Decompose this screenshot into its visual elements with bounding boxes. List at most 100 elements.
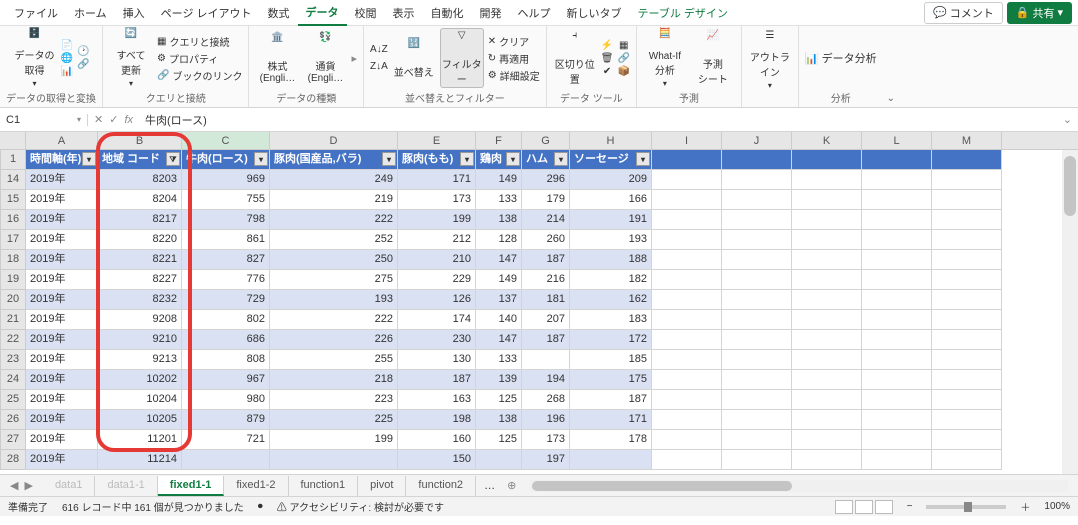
- sheet-tab[interactable]: pivot: [358, 476, 406, 496]
- row-header[interactable]: 15: [0, 190, 26, 210]
- sheet-tab[interactable]: function2: [406, 476, 476, 496]
- datatype-more-icon[interactable]: ▸: [351, 52, 357, 65]
- empty-cell[interactable]: [722, 390, 792, 410]
- data-cell[interactable]: 130: [398, 350, 476, 370]
- data-cell[interactable]: 149: [476, 270, 522, 290]
- data-cell[interactable]: 2019年: [26, 170, 98, 190]
- row-header[interactable]: 27: [0, 430, 26, 450]
- zoom-slider[interactable]: [926, 505, 1006, 509]
- empty-cell[interactable]: [792, 210, 862, 230]
- sheet-tab[interactable]: fixed1-2: [224, 476, 288, 496]
- row-header[interactable]: 28: [0, 450, 26, 470]
- data-cell[interactable]: 11201: [98, 430, 182, 450]
- table-header-cell[interactable]: 地域 コード⧩: [98, 150, 182, 170]
- from-table-icon[interactable]: 📊: [61, 66, 73, 77]
- empty-cell[interactable]: [862, 370, 932, 390]
- empty-cell[interactable]: [792, 330, 862, 350]
- empty-cell[interactable]: [722, 430, 792, 450]
- data-cell[interactable]: 160: [398, 430, 476, 450]
- data-cell[interactable]: 2019年: [26, 410, 98, 430]
- table-header-cell[interactable]: ソーセージ▾: [570, 150, 652, 170]
- sort-desc-icon[interactable]: Z↓A: [370, 61, 388, 72]
- row-header[interactable]: 23: [0, 350, 26, 370]
- data-cell[interactable]: 207: [522, 310, 570, 330]
- data-cell[interactable]: 139: [476, 370, 522, 390]
- data-cell[interactable]: 2019年: [26, 270, 98, 290]
- filter-button[interactable]: ▽フィルター: [440, 28, 484, 88]
- status-macros-icon[interactable]: ⏺: [258, 501, 263, 512]
- col-header-L[interactable]: L: [862, 132, 932, 149]
- empty-cell[interactable]: [932, 290, 1002, 310]
- filter-dropdown-icon[interactable]: ▾: [254, 152, 268, 166]
- data-cell[interactable]: 175: [570, 370, 652, 390]
- empty-cell[interactable]: [652, 190, 722, 210]
- data-cell[interactable]: 181: [522, 290, 570, 310]
- data-cell[interactable]: 174: [398, 310, 476, 330]
- data-cell[interactable]: 721: [182, 430, 270, 450]
- empty-cell[interactable]: [792, 310, 862, 330]
- empty-cell[interactable]: [722, 170, 792, 190]
- data-cell[interactable]: 11214: [98, 450, 182, 470]
- empty-cell[interactable]: [792, 370, 862, 390]
- data-cell[interactable]: 218: [270, 370, 398, 390]
- sheet-tab[interactable]: fixed1-1: [158, 476, 225, 496]
- data-cell[interactable]: 249: [270, 170, 398, 190]
- empty-cell[interactable]: [652, 390, 722, 410]
- data-cell[interactable]: 2019年: [26, 230, 98, 250]
- data-cell[interactable]: 250: [270, 250, 398, 270]
- menu-insert[interactable]: 挿入: [115, 1, 153, 25]
- data-cell[interactable]: 2019年: [26, 310, 98, 330]
- data-cell[interactable]: 2019年: [26, 350, 98, 370]
- table-header-cell[interactable]: 鶏肉▾: [476, 150, 522, 170]
- data-cell[interactable]: [476, 450, 522, 470]
- data-cell[interactable]: 133: [476, 190, 522, 210]
- empty-cell[interactable]: [722, 330, 792, 350]
- row-header[interactable]: 21: [0, 310, 26, 330]
- view-pagelayout-button[interactable]: [855, 500, 873, 514]
- table-header-cell[interactable]: 時間軸(年)▾: [26, 150, 98, 170]
- empty-cell[interactable]: [932, 330, 1002, 350]
- empty-cell[interactable]: [652, 370, 722, 390]
- empty-cell[interactable]: [652, 350, 722, 370]
- empty-cell[interactable]: [652, 330, 722, 350]
- empty-cell[interactable]: [652, 410, 722, 430]
- data-cell[interactable]: 222: [270, 310, 398, 330]
- col-header-M[interactable]: M: [932, 132, 1002, 149]
- menu-file[interactable]: ファイル: [6, 1, 66, 25]
- data-cell[interactable]: 226: [270, 330, 398, 350]
- data-cell[interactable]: 798: [182, 210, 270, 230]
- data-cell[interactable]: 10205: [98, 410, 182, 430]
- data-cell[interactable]: 171: [570, 410, 652, 430]
- data-cell[interactable]: 222: [270, 210, 398, 230]
- empty-cell[interactable]: [932, 230, 1002, 250]
- empty-cell[interactable]: [862, 430, 932, 450]
- data-cell[interactable]: 128: [476, 230, 522, 250]
- data-cell[interactable]: 199: [270, 430, 398, 450]
- data-cell[interactable]: 9210: [98, 330, 182, 350]
- filter-dropdown-icon[interactable]: ▾: [82, 152, 96, 166]
- empty-cell[interactable]: [862, 290, 932, 310]
- data-model-icon[interactable]: 📦: [617, 66, 629, 77]
- menu-automate[interactable]: 自動化: [423, 1, 472, 25]
- empty-cell[interactable]: [722, 150, 792, 170]
- table-header-cell[interactable]: 牛肉(ロース)▾: [182, 150, 270, 170]
- empty-cell[interactable]: [722, 250, 792, 270]
- data-cell[interactable]: 10204: [98, 390, 182, 410]
- data-cell[interactable]: 808: [182, 350, 270, 370]
- remove-dup-icon[interactable]: 🗑: [601, 53, 614, 64]
- data-cell[interactable]: 198: [398, 410, 476, 430]
- data-cell[interactable]: 126: [398, 290, 476, 310]
- empty-cell[interactable]: [932, 250, 1002, 270]
- sheet-more-button[interactable]: …: [476, 480, 503, 492]
- data-cell[interactable]: 214: [522, 210, 570, 230]
- data-cell[interactable]: 10202: [98, 370, 182, 390]
- row-header[interactable]: 20: [0, 290, 26, 310]
- row-header[interactable]: 18: [0, 250, 26, 270]
- data-cell[interactable]: 216: [522, 270, 570, 290]
- data-cell[interactable]: 138: [476, 210, 522, 230]
- outline-button[interactable]: ☰アウトラ イン▾: [748, 30, 792, 90]
- data-cell[interactable]: 199: [398, 210, 476, 230]
- data-cell[interactable]: 147: [476, 330, 522, 350]
- refresh-all-button[interactable]: 🔄すべて 更新▾: [109, 28, 153, 88]
- empty-cell[interactable]: [792, 290, 862, 310]
